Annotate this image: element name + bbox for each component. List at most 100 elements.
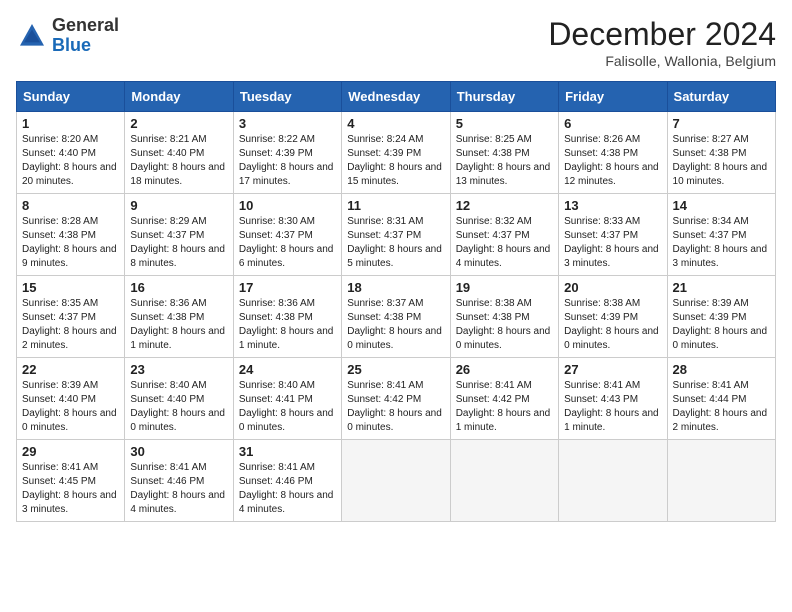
col-saturday: Saturday [667, 82, 775, 112]
day-info: Sunrise: 8:41 AM Sunset: 4:42 PM Dayligh… [456, 379, 553, 435]
day-cell-20: 20 Sunrise: 8:38 AM Sunset: 4:39 PM Dayl… [559, 276, 667, 358]
day-info: Sunrise: 8:41 AM Sunset: 4:43 PM Dayligh… [564, 379, 661, 435]
day-cell-3: 3 Sunrise: 8:22 AM Sunset: 4:39 PM Dayli… [233, 112, 341, 194]
day-number: 16 [130, 280, 227, 295]
day-number: 8 [22, 198, 119, 213]
day-info: Sunrise: 8:40 AM Sunset: 4:41 PM Dayligh… [239, 379, 336, 435]
week-row-4: 22 Sunrise: 8:39 AM Sunset: 4:40 PM Dayl… [17, 358, 776, 440]
day-number: 26 [456, 362, 553, 377]
day-cell-26: 26 Sunrise: 8:41 AM Sunset: 4:42 PM Dayl… [450, 358, 558, 440]
day-number: 2 [130, 116, 227, 131]
logo-icon [16, 20, 48, 52]
day-number: 20 [564, 280, 661, 295]
day-info: Sunrise: 8:38 AM Sunset: 4:38 PM Dayligh… [456, 297, 553, 353]
day-number: 22 [22, 362, 119, 377]
day-number: 30 [130, 444, 227, 459]
day-info: Sunrise: 8:24 AM Sunset: 4:39 PM Dayligh… [347, 133, 444, 189]
day-cell-10: 10 Sunrise: 8:30 AM Sunset: 4:37 PM Dayl… [233, 194, 341, 276]
day-info: Sunrise: 8:36 AM Sunset: 4:38 PM Dayligh… [130, 297, 227, 353]
page-wrapper: General Blue December 2024 Falisolle, Wa… [16, 16, 776, 522]
day-number: 19 [456, 280, 553, 295]
day-cell-1: 1 Sunrise: 8:20 AM Sunset: 4:40 PM Dayli… [17, 112, 125, 194]
day-cell-19: 19 Sunrise: 8:38 AM Sunset: 4:38 PM Dayl… [450, 276, 558, 358]
day-info: Sunrise: 8:40 AM Sunset: 4:40 PM Dayligh… [130, 379, 227, 435]
day-info: Sunrise: 8:41 AM Sunset: 4:42 PM Dayligh… [347, 379, 444, 435]
day-cell-16: 16 Sunrise: 8:36 AM Sunset: 4:38 PM Dayl… [125, 276, 233, 358]
day-number: 14 [673, 198, 770, 213]
day-info: Sunrise: 8:27 AM Sunset: 4:38 PM Dayligh… [673, 133, 770, 189]
day-number: 3 [239, 116, 336, 131]
day-info: Sunrise: 8:39 AM Sunset: 4:40 PM Dayligh… [22, 379, 119, 435]
day-info: Sunrise: 8:33 AM Sunset: 4:37 PM Dayligh… [564, 215, 661, 271]
logo-general-text: General [52, 15, 119, 35]
day-info: Sunrise: 8:41 AM Sunset: 4:46 PM Dayligh… [130, 461, 227, 517]
day-info: Sunrise: 8:30 AM Sunset: 4:37 PM Dayligh… [239, 215, 336, 271]
day-cell-25: 25 Sunrise: 8:41 AM Sunset: 4:42 PM Dayl… [342, 358, 450, 440]
day-cell-23: 23 Sunrise: 8:40 AM Sunset: 4:40 PM Dayl… [125, 358, 233, 440]
day-cell-18: 18 Sunrise: 8:37 AM Sunset: 4:38 PM Dayl… [342, 276, 450, 358]
day-info: Sunrise: 8:39 AM Sunset: 4:39 PM Dayligh… [673, 297, 770, 353]
day-info: Sunrise: 8:36 AM Sunset: 4:38 PM Dayligh… [239, 297, 336, 353]
day-info: Sunrise: 8:31 AM Sunset: 4:37 PM Dayligh… [347, 215, 444, 271]
day-cell-12: 12 Sunrise: 8:32 AM Sunset: 4:37 PM Dayl… [450, 194, 558, 276]
page-header: General Blue December 2024 Falisolle, Wa… [16, 16, 776, 69]
day-number: 7 [673, 116, 770, 131]
day-info: Sunrise: 8:41 AM Sunset: 4:44 PM Dayligh… [673, 379, 770, 435]
col-monday: Monday [125, 82, 233, 112]
day-cell-17: 17 Sunrise: 8:36 AM Sunset: 4:38 PM Dayl… [233, 276, 341, 358]
day-cell-28: 28 Sunrise: 8:41 AM Sunset: 4:44 PM Dayl… [667, 358, 775, 440]
day-cell-14: 14 Sunrise: 8:34 AM Sunset: 4:37 PM Dayl… [667, 194, 775, 276]
day-info: Sunrise: 8:32 AM Sunset: 4:37 PM Dayligh… [456, 215, 553, 271]
day-info: Sunrise: 8:20 AM Sunset: 4:40 PM Dayligh… [22, 133, 119, 189]
day-cell-27: 27 Sunrise: 8:41 AM Sunset: 4:43 PM Dayl… [559, 358, 667, 440]
day-cell-21: 21 Sunrise: 8:39 AM Sunset: 4:39 PM Dayl… [667, 276, 775, 358]
day-number: 6 [564, 116, 661, 131]
day-number: 11 [347, 198, 444, 213]
day-number: 4 [347, 116, 444, 131]
week-row-1: 1 Sunrise: 8:20 AM Sunset: 4:40 PM Dayli… [17, 112, 776, 194]
day-number: 12 [456, 198, 553, 213]
day-cell-11: 11 Sunrise: 8:31 AM Sunset: 4:37 PM Dayl… [342, 194, 450, 276]
day-info: Sunrise: 8:29 AM Sunset: 4:37 PM Dayligh… [130, 215, 227, 271]
day-info: Sunrise: 8:22 AM Sunset: 4:39 PM Dayligh… [239, 133, 336, 189]
day-info: Sunrise: 8:38 AM Sunset: 4:39 PM Dayligh… [564, 297, 661, 353]
day-cell-2: 2 Sunrise: 8:21 AM Sunset: 4:40 PM Dayli… [125, 112, 233, 194]
col-thursday: Thursday [450, 82, 558, 112]
day-info: Sunrise: 8:28 AM Sunset: 4:38 PM Dayligh… [22, 215, 119, 271]
empty-cell [342, 440, 450, 522]
empty-cell [450, 440, 558, 522]
title-area: December 2024 Falisolle, Wallonia, Belgi… [548, 16, 776, 69]
week-row-5: 29 Sunrise: 8:41 AM Sunset: 4:45 PM Dayl… [17, 440, 776, 522]
day-number: 29 [22, 444, 119, 459]
day-cell-9: 9 Sunrise: 8:29 AM Sunset: 4:37 PM Dayli… [125, 194, 233, 276]
day-cell-29: 29 Sunrise: 8:41 AM Sunset: 4:45 PM Dayl… [17, 440, 125, 522]
calendar-header-row: Sunday Monday Tuesday Wednesday Thursday… [17, 82, 776, 112]
day-info: Sunrise: 8:41 AM Sunset: 4:46 PM Dayligh… [239, 461, 336, 517]
col-wednesday: Wednesday [342, 82, 450, 112]
col-friday: Friday [559, 82, 667, 112]
empty-cell [559, 440, 667, 522]
day-number: 10 [239, 198, 336, 213]
day-number: 9 [130, 198, 227, 213]
day-number: 31 [239, 444, 336, 459]
day-number: 25 [347, 362, 444, 377]
week-row-3: 15 Sunrise: 8:35 AM Sunset: 4:37 PM Dayl… [17, 276, 776, 358]
day-info: Sunrise: 8:21 AM Sunset: 4:40 PM Dayligh… [130, 133, 227, 189]
day-cell-4: 4 Sunrise: 8:24 AM Sunset: 4:39 PM Dayli… [342, 112, 450, 194]
day-number: 17 [239, 280, 336, 295]
day-info: Sunrise: 8:37 AM Sunset: 4:38 PM Dayligh… [347, 297, 444, 353]
day-cell-7: 7 Sunrise: 8:27 AM Sunset: 4:38 PM Dayli… [667, 112, 775, 194]
day-info: Sunrise: 8:41 AM Sunset: 4:45 PM Dayligh… [22, 461, 119, 517]
empty-cell [667, 440, 775, 522]
logo-blue-text: Blue [52, 35, 91, 55]
logo: General Blue [16, 16, 119, 56]
day-number: 28 [673, 362, 770, 377]
day-cell-15: 15 Sunrise: 8:35 AM Sunset: 4:37 PM Dayl… [17, 276, 125, 358]
day-cell-13: 13 Sunrise: 8:33 AM Sunset: 4:37 PM Dayl… [559, 194, 667, 276]
day-info: Sunrise: 8:34 AM Sunset: 4:37 PM Dayligh… [673, 215, 770, 271]
col-sunday: Sunday [17, 82, 125, 112]
day-number: 23 [130, 362, 227, 377]
day-cell-30: 30 Sunrise: 8:41 AM Sunset: 4:46 PM Dayl… [125, 440, 233, 522]
day-cell-8: 8 Sunrise: 8:28 AM Sunset: 4:38 PM Dayli… [17, 194, 125, 276]
day-number: 24 [239, 362, 336, 377]
